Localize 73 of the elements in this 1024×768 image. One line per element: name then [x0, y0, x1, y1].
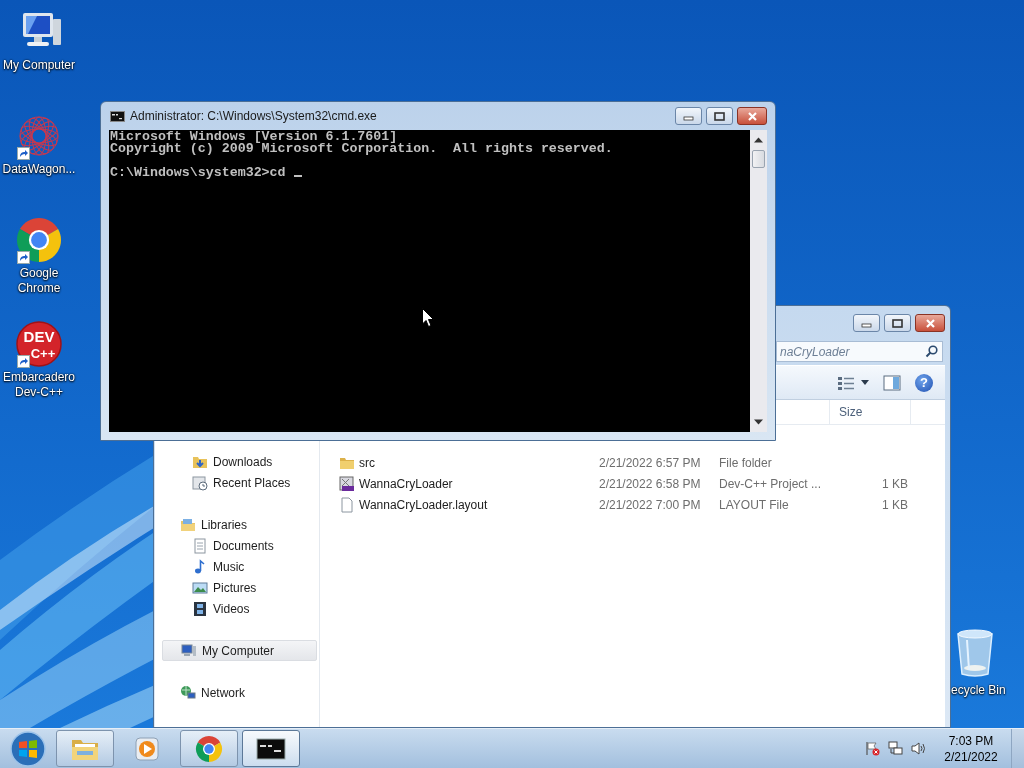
scroll-thumb[interactable] [752, 150, 765, 168]
file-icon [339, 496, 355, 513]
close-button[interactable] [915, 314, 945, 332]
maximize-icon [714, 111, 725, 121]
media-player-icon [132, 734, 162, 763]
volume-icon[interactable] [911, 741, 926, 756]
close-icon [746, 111, 758, 121]
column-header[interactable]: Size [829, 400, 911, 425]
console-icon [110, 110, 125, 122]
console-text: C:\Windows\system32>cd [110, 167, 286, 179]
flag-alert-icon[interactable] [865, 741, 880, 756]
nav-item[interactable]: Videos [162, 598, 317, 619]
file-date: 2/21/2022 6:57 PM [599, 455, 702, 470]
console-text: Copyright (c) 2009 Microsoft Corporation. All rights reserved. [110, 143, 613, 155]
file-name[interactable]: WannaCryLoader [339, 475, 599, 492]
caret-icon[interactable] [861, 379, 869, 386]
pictures-icon [192, 579, 208, 596]
minimize-button[interactable] [675, 107, 702, 125]
file-name[interactable]: src [339, 454, 599, 471]
clock-time[interactable]: 7:03 PM [948, 732, 994, 749]
nav-item[interactable]: Libraries [162, 514, 317, 535]
icon-label[interactable]: Embarcadero Dev-C++ [1, 370, 77, 400]
close-icon [924, 318, 936, 328]
maximize-button[interactable] [706, 107, 733, 125]
nav-item[interactable]: Documents [162, 535, 317, 556]
close-button[interactable] [737, 107, 767, 125]
nav-item[interactable]: Pictures [162, 577, 317, 598]
maximize-icon [892, 318, 903, 328]
minimize-button[interactable] [853, 314, 880, 332]
file-size: 1 KB [881, 476, 909, 491]
file-date: 2/21/2022 6:58 PM [599, 476, 702, 491]
nav-item[interactable]: Recent Places [162, 472, 317, 493]
mouse-pointer-icon [422, 308, 434, 327]
file-date: 2/21/2022 7:00 PM [599, 497, 702, 512]
chrome-icon [194, 734, 224, 763]
window-title: Administrator: C:\Windows\System32\cmd.exe [130, 109, 377, 123]
start-button[interactable] [8, 729, 48, 768]
view-options-icon[interactable] [837, 374, 855, 391]
document-icon [192, 537, 208, 554]
icon-label[interactable]: DataWagon... [1, 162, 77, 177]
recycle-bin-icon [955, 628, 995, 678]
logo-text: C++ [30, 346, 56, 361]
film-strip-icon [192, 600, 208, 617]
network-icon[interactable] [888, 741, 903, 756]
console-area[interactable]: Microsoft Windows [Version 6.1.7601] Copyright (c) 2009 Microsoft Corporation. All rights reserved. C:\Windows\system32>cd [109, 130, 750, 432]
computer-icon [181, 642, 197, 659]
nav-item[interactable]: Network [162, 682, 317, 703]
icon-label[interactable]: ecycle Bin [951, 683, 1024, 698]
file-size: 1 KB [881, 497, 909, 512]
maximize-button[interactable] [884, 314, 911, 332]
search-icon [925, 345, 938, 358]
scroll-down-icon[interactable] [754, 419, 763, 425]
project-file-icon [339, 475, 355, 492]
clock-date[interactable]: 2/21/2022 [944, 748, 998, 765]
taskbar-button[interactable] [242, 730, 300, 767]
console-text: Microsoft Windows [Version 6.1.7601] [110, 131, 398, 143]
chrome-icon [15, 216, 63, 264]
file-type: File folder [719, 455, 773, 470]
file-type: Dev-C++ Project ... [719, 476, 823, 491]
network-icon [180, 684, 196, 701]
search-field[interactable]: naCryLoader [776, 341, 943, 362]
scroll-up-icon[interactable] [754, 137, 763, 143]
nav-item[interactable]: Downloads [162, 451, 317, 472]
icon-label[interactable]: Google Chrome [1, 266, 77, 296]
icon-label[interactable]: My Computer [1, 58, 77, 73]
nav-item[interactable]: My Computer [162, 640, 317, 661]
file-type: LAYOUT File [719, 497, 790, 512]
file-name[interactable]: WannaCryLoader.layout [339, 496, 599, 513]
scrollbar[interactable] [750, 130, 767, 432]
nav-item[interactable]: Music [162, 556, 317, 577]
recent-places-icon [192, 474, 208, 491]
libraries-icon [180, 516, 196, 533]
logo-text: DEV [23, 328, 55, 345]
